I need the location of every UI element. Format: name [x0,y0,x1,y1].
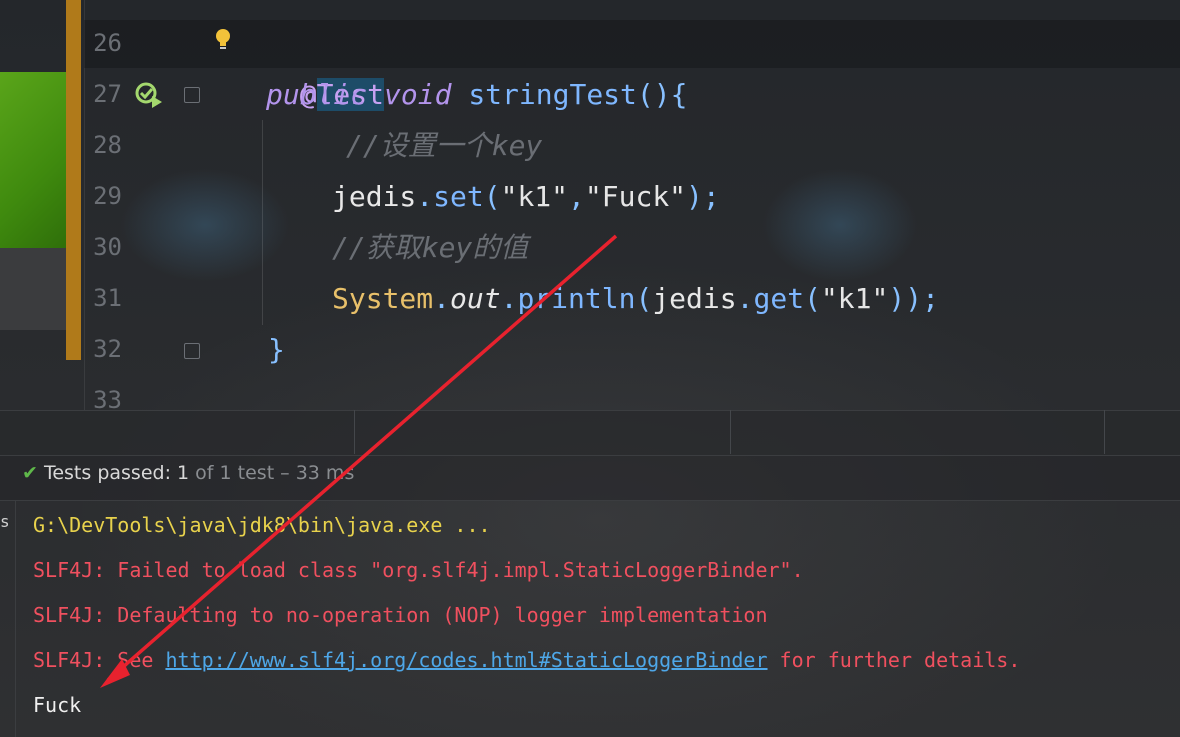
line-number: 31 [93,284,122,312]
paren: )); [888,282,939,315]
tool-window-header [0,410,1180,455]
method-parens: (){ [636,78,688,111]
lightbulb-icon[interactable] [214,28,232,50]
method-set: set [433,180,484,213]
line-number: 27 [93,80,122,108]
method-name: stringTest [468,78,637,111]
identifier-jedis: jedis [652,282,737,315]
current-line-highlight [84,20,1180,68]
string-literal: "Fuck" [584,180,687,213]
string-literal: "k1" [820,282,889,315]
paren: ( [483,180,501,213]
fold-icon[interactable] [184,87,200,103]
project-panel-highlight [0,72,66,248]
string-literal: "k1" [500,180,569,213]
keyword-public: public [266,78,368,111]
console-text: SLF4J: See [33,648,166,672]
left-strip-label: s [0,512,10,531]
dot: . [416,180,434,213]
slf4j-link[interactable]: http://www.slf4j.org/codes.html#StaticLo… [165,648,767,672]
line-number: 30 [93,233,122,261]
check-icon: ✔ [22,462,38,484]
run-test-icon[interactable] [134,80,164,110]
identifier-jedis: jedis [332,180,417,213]
console-output-line: Fuck [33,693,82,717]
class-system: System [332,282,434,315]
tests-total-time: of 1 test – 33 ms [195,462,355,484]
code-line-30[interactable]: //获取key的值 [332,222,528,273]
test-status: ✔ Tests passed: 1 of 1 test – 33 ms [22,462,354,484]
comment: //设置一个key [346,129,543,162]
tool-window-divider [1104,410,1105,454]
comma: , [568,180,585,213]
console-error-line: SLF4J: See http://www.slf4j.org/codes.ht… [33,646,1020,674]
paren: ( [635,282,653,315]
project-panel-row [0,248,66,330]
paren: ( [804,282,821,315]
fold-icon[interactable] [184,343,200,359]
method-get: get [753,282,805,315]
line-number: 32 [93,335,122,363]
line-number: 26 [93,29,122,57]
dot: . [500,282,518,315]
code-line-29[interactable]: jedis.set("k1","Fuck"); [332,171,720,222]
indent-guide [262,120,263,325]
keyword-void: void [384,78,452,111]
code-line-28[interactable]: //设置一个key [346,120,542,171]
method-println: println [517,282,636,315]
dot: . [433,282,451,315]
code-line-32[interactable]: } [268,324,285,375]
field-out: out [450,282,501,315]
console-text: for further details. [767,648,1021,672]
paren: ); [686,180,720,213]
closing-brace: } [268,333,285,366]
code-line-31[interactable]: System.out.println(jedis.get("k1")); [332,273,939,324]
dot: . [736,282,754,315]
line-number: 28 [93,131,122,159]
console-error-line: SLF4J: Defaulting to no-operation (NOP) … [33,603,768,627]
tool-window-divider [354,410,355,454]
console-error-line: SLF4J: Failed to load class "org.slf4j.i… [33,558,804,582]
code-line-27[interactable]: public void stringTest(){ [266,69,687,120]
tests-passed-count: 1 [177,462,190,484]
tool-window-divider [730,410,731,454]
console-left-strip [0,500,16,737]
console-command-line: G:\DevTools\java\jdk8\bin\java.exe ... [33,513,491,537]
line-number: 29 [93,182,122,210]
vcs-change-marker [66,0,81,360]
tests-passed-label: Tests passed: [43,462,171,484]
comment: //获取key的值 [332,231,529,264]
